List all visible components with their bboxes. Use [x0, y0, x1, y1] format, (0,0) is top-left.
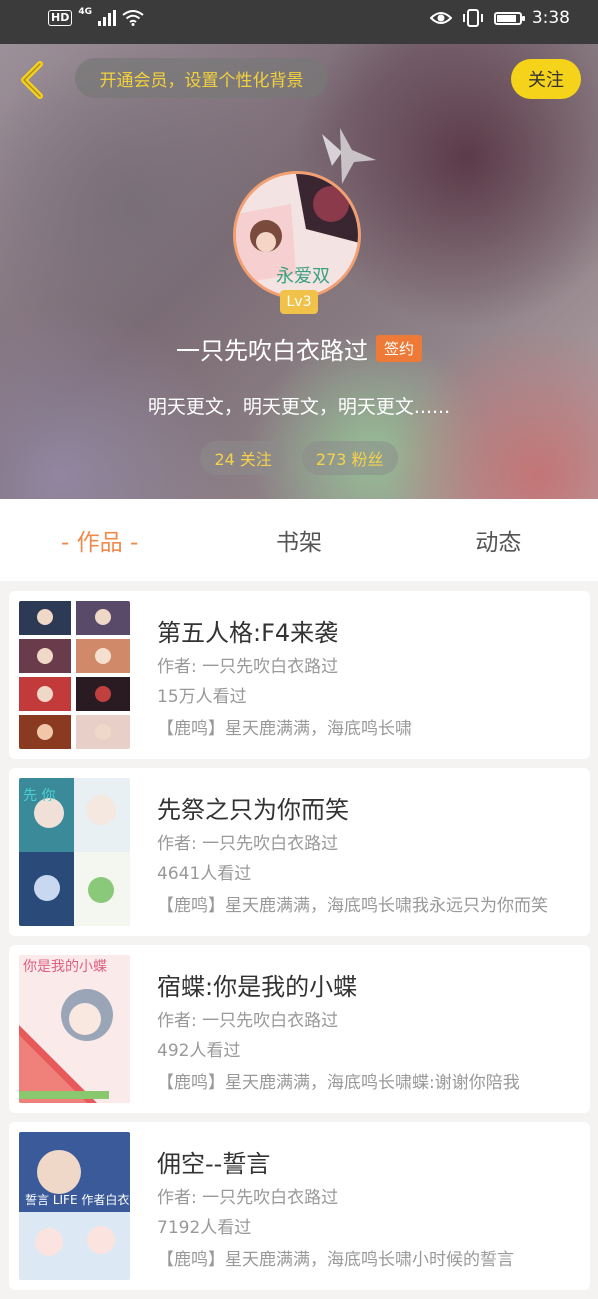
cover-text: 先 你 [23, 788, 55, 804]
book-author: 作者: 一只先吹白衣路过 [157, 1188, 339, 1208]
status-left: HD 4G [48, 7, 144, 26]
cover-text: 誓言 LIFE 作者白衣 [25, 1192, 129, 1207]
book-author: 作者: 一只先吹白衣路过 [157, 834, 339, 854]
cover-text: 你是我的小蝶 [23, 959, 107, 975]
follow-button[interactable]: 关注 [511, 59, 581, 99]
book-title: 宿蝶:你是我的小蝶 [157, 973, 358, 1001]
signal-icon [98, 10, 116, 26]
vip-background-banner[interactable]: 开通会员，设置个性化背景 [75, 58, 328, 98]
book-cover[interactable]: 先 你 [19, 778, 130, 926]
book-title: 第五人格:F4来袭 [157, 619, 339, 647]
avatar-illustration: 永爱双 [236, 174, 358, 296]
battery-icon [493, 11, 525, 25]
book-card[interactable]: 先 你 先祭之只为你而笑 作者: 一只先吹白衣路过 4641人看过 【鹿鸣】星天… [9, 768, 590, 936]
book-title: 先祭之只为你而笑 [157, 796, 349, 824]
vibrate-icon [462, 9, 483, 27]
fans-count[interactable]: 273 粉丝 [301, 441, 398, 475]
hd-icon: HD [48, 10, 73, 26]
profile-header: 开通会员，设置个性化背景 关注 永爱双 Lv3 一只先吹白衣路过 签约 明天更文… [0, 44, 598, 499]
back-icon[interactable] [14, 60, 50, 100]
bio: 明天更文，明天更文，明天更文...... [147, 396, 451, 418]
tab-activity[interactable]: 动态 [399, 499, 598, 581]
cover-collage [19, 601, 130, 749]
status-bar: HD 4G 3:38 [0, 0, 598, 44]
book-description: 【鹿鸣】星天鹿满满，海底鸣长啸小时候的誓言 [157, 1250, 514, 1270]
clock: 3:38 [531, 8, 570, 28]
book-cover[interactable]: 誓言 LIFE 作者白衣 [19, 1132, 130, 1280]
status-right: 3:38 [429, 8, 570, 28]
cover-illustration: 先 你 [19, 778, 130, 926]
book-views: 4641人看过 [157, 864, 252, 884]
book-description: 【鹿鸣】星天鹿满满，海底鸣长啸我永远只为你而笑 [157, 896, 548, 916]
book-description: 【鹿鸣】星天鹿满满，海底鸣长啸蝶:谢谢你陪我 [157, 1073, 520, 1093]
avatar-text: 永爱双 [276, 266, 330, 287]
username: 一只先吹白衣路过 [175, 337, 368, 365]
book-card[interactable]: 誓言 LIFE 作者白衣 佣空--誓言 作者: 一只先吹白衣路过 7192人看过… [9, 1122, 590, 1290]
name-row: 一只先吹白衣路过 签约 [0, 331, 598, 366]
bow-icon [322, 128, 376, 184]
level-badge: Lv3 [280, 290, 318, 314]
avatar[interactable]: 永爱双 [233, 171, 361, 299]
book-description: 【鹿鸣】星天鹿满满，海底鸣长啸 [157, 719, 412, 739]
tab-works[interactable]: - 作品 - [0, 499, 199, 581]
following-count[interactable]: 24 关注 [200, 441, 286, 475]
tab-bar: - 作品 - 书架 动态 [0, 499, 598, 581]
stats: 24 关注 273 粉丝 [0, 441, 598, 475]
book-list: 第五人格:F4来袭 作者: 一只先吹白衣路过 15万人看过 【鹿鸣】星天鹿满满，… [9, 591, 590, 1299]
cover-illustration: 誓言 LIFE 作者白衣 [19, 1132, 130, 1280]
signed-badge: 签约 [375, 335, 422, 362]
eye-icon [429, 12, 452, 24]
tab-bookshelf[interactable]: 书架 [199, 499, 398, 581]
book-author: 作者: 一只先吹白衣路过 [157, 1011, 339, 1031]
book-views: 7192人看过 [157, 1218, 252, 1238]
book-title: 佣空--誓言 [157, 1150, 271, 1178]
book-views: 492人看过 [157, 1041, 241, 1061]
book-views: 15万人看过 [157, 687, 247, 707]
book-card[interactable]: 你是我的小蝶 宿蝶:你是我的小蝶 作者: 一只先吹白衣路过 492人看过 【鹿鸣… [9, 945, 590, 1113]
book-cover[interactable]: 你是我的小蝶 [19, 955, 130, 1103]
wifi-icon [122, 10, 144, 26]
book-author: 作者: 一只先吹白衣路过 [157, 657, 339, 677]
book-card[interactable]: 第五人格:F4来袭 作者: 一只先吹白衣路过 15万人看过 【鹿鸣】星天鹿满满，… [9, 591, 590, 759]
network-type: 4G [78, 7, 92, 17]
book-cover[interactable] [19, 601, 130, 749]
cover-illustration: 你是我的小蝶 [19, 955, 130, 1103]
